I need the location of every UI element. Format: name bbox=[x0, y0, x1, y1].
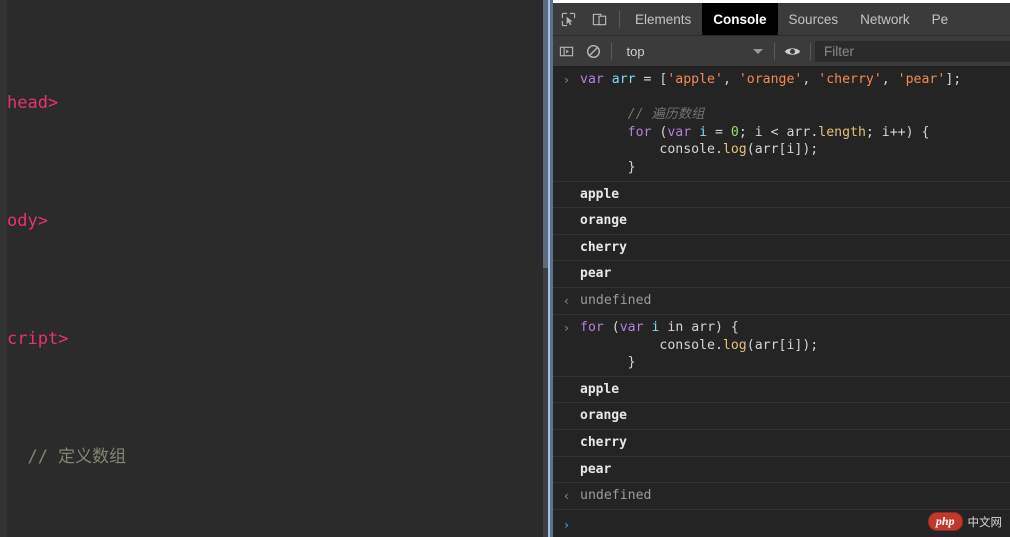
device-toolbar-icon[interactable] bbox=[584, 3, 615, 35]
console-log-row: cherry bbox=[553, 429, 1010, 457]
log-gutter bbox=[553, 434, 580, 435]
console-input-code: for (var i in arr) { console.log(arr[i])… bbox=[580, 319, 819, 371]
devtools-tabbar: Elements Console Sources Network Pe bbox=[553, 3, 1010, 36]
prompt-arrow-icon: › bbox=[562, 518, 571, 533]
tab-sources[interactable]: Sources bbox=[778, 3, 850, 35]
result-arrow-icon: ‹ bbox=[562, 293, 571, 308]
console-log-text: orange bbox=[580, 408, 627, 424]
console-input-code: var arr = ['apple', 'orange', 'cherry', … bbox=[580, 72, 962, 175]
console-input-row[interactable]: › for (var i in arr) { console.log(arr[i… bbox=[553, 314, 1010, 377]
console-log-row: apple bbox=[553, 376, 1010, 404]
console-log-text: orange bbox=[580, 213, 627, 229]
console-log-text: pear bbox=[580, 266, 612, 282]
execution-context-select[interactable]: top bbox=[620, 41, 771, 62]
console-log-row: pear bbox=[553, 456, 1010, 484]
console-result-text: undefined bbox=[580, 488, 652, 504]
code-line: // 定义数组 bbox=[7, 446, 127, 467]
console-log-text: cherry bbox=[580, 434, 627, 450]
inspect-element-icon[interactable] bbox=[553, 3, 584, 35]
console-prompt-row[interactable]: › bbox=[553, 510, 1010, 536]
code-text[interactable]: head> ody> cript> // 定义数组 var arr = ['ap… bbox=[0, 0, 548, 537]
toolbar-separator bbox=[774, 42, 776, 60]
console-result-row: ‹ undefined bbox=[553, 287, 1010, 315]
console-log-text: apple bbox=[580, 381, 620, 397]
tab-elements[interactable]: Elements bbox=[624, 3, 702, 35]
screen-root: head> ody> cript> // 定义数组 var arr = ['ap… bbox=[0, 0, 1010, 537]
input-arrow-icon: › bbox=[562, 320, 571, 335]
toolbar-separator bbox=[810, 42, 811, 60]
code-line: head> bbox=[7, 92, 59, 113]
console-log-text: pear bbox=[580, 461, 612, 477]
log-gutter bbox=[553, 239, 580, 240]
log-gutter bbox=[553, 265, 580, 266]
console-message-list[interactable]: › var arr = ['apple', 'orange', 'cherry'… bbox=[553, 67, 1010, 537]
log-gutter bbox=[553, 381, 580, 382]
console-log-text: cherry bbox=[580, 239, 627, 255]
console-log-row: orange bbox=[553, 208, 1010, 235]
console-sidebar-icon[interactable] bbox=[553, 44, 580, 59]
console-result-row: ‹ undefined bbox=[553, 483, 1010, 511]
tab-console[interactable]: Console bbox=[702, 3, 778, 35]
console-input-row[interactable]: › var arr = ['apple', 'orange', 'cherry'… bbox=[553, 67, 1010, 182]
code-line: ody> bbox=[7, 210, 48, 231]
console-log-row: pear bbox=[553, 261, 1010, 288]
code-editor-pane[interactable]: head> ody> cript> // 定义数组 var arr = ['ap… bbox=[0, 0, 548, 537]
input-arrow-icon: › bbox=[562, 73, 571, 87]
devtools-pane: Elements Console Sources Network Pe top … bbox=[553, 0, 1010, 537]
result-arrow-icon: ‹ bbox=[562, 489, 571, 504]
toolbar-separator bbox=[610, 42, 612, 60]
live-expression-eye-icon[interactable] bbox=[779, 45, 806, 58]
toolbar-separator bbox=[619, 10, 620, 28]
editor-scrollbar-thumb[interactable] bbox=[543, 0, 548, 268]
chevron-down-icon bbox=[753, 48, 764, 54]
log-gutter bbox=[553, 407, 580, 408]
console-log-row: apple bbox=[553, 181, 1010, 209]
console-toolbar: top bbox=[553, 36, 1010, 67]
console-result-text: undefined bbox=[580, 292, 652, 308]
execution-context-label: top bbox=[626, 43, 645, 59]
clear-console-icon[interactable] bbox=[580, 44, 607, 59]
log-gutter bbox=[553, 461, 580, 462]
log-gutter bbox=[553, 212, 580, 213]
console-log-row: orange bbox=[553, 403, 1010, 430]
console-log-text: apple bbox=[580, 186, 620, 202]
tab-network[interactable]: Network bbox=[849, 3, 921, 35]
log-gutter bbox=[553, 186, 580, 187]
console-log-row: cherry bbox=[553, 234, 1010, 262]
tab-performance[interactable]: Pe bbox=[921, 3, 960, 35]
code-line: cript> bbox=[7, 328, 69, 349]
editor-scrollbar-track[interactable] bbox=[543, 0, 548, 537]
filter-input[interactable] bbox=[814, 40, 1010, 62]
